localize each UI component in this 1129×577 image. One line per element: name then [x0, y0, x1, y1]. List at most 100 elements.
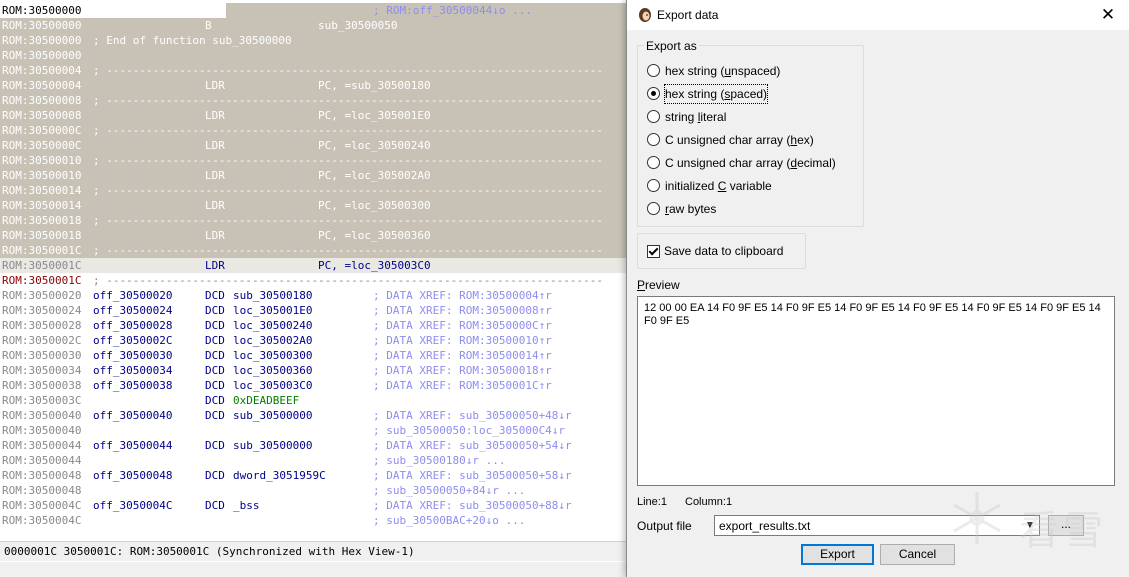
radio-button-icon[interactable] [647, 202, 660, 215]
listing-row[interactable]: ROM:30500024 off_30500024 DCD loc_305001E0;… [0, 303, 630, 318]
radio-option-label[interactable]: string literal [665, 108, 726, 126]
listing-row[interactable]: ROM:30500000 ; End of function sub_305000… [0, 33, 630, 48]
export-data-dialog: Export data ✕ Export as Save data to cli… [626, 0, 1129, 577]
listing-row[interactable]: ROM:3050000C ; --------------------------… [0, 123, 630, 138]
listing-row[interactable]: ROM:30500048 ; sub_30500050+84↓r ... [0, 483, 630, 498]
xref-comment: ; DATA XREF: ROM:30500014↑r [373, 349, 552, 362]
operand: PC, =loc_305001E0 [318, 109, 431, 122]
mnemonic: DCD [205, 304, 225, 317]
radio-option-label[interactable]: raw bytes [665, 200, 716, 218]
address-column: ROM:3050000C [2, 139, 82, 152]
address-column: ROM:30500024 [2, 304, 82, 317]
line-indicator: Line:1 [637, 496, 667, 508]
radio-button-icon[interactable] [647, 156, 660, 169]
listing-row[interactable]: ROM:30500018 LDR PC, =loc_30500360 [0, 228, 630, 243]
operand: 0xDEADBEEF [233, 394, 300, 407]
listing-row[interactable]: ROM:30500008 LDR PC, =loc_305001E0 [0, 108, 630, 123]
listing-row[interactable]: ROM:30500034 off_30500034 DCD loc_30500360;… [0, 363, 630, 378]
mnemonic: DCD [205, 439, 225, 452]
radio-button-icon[interactable] [647, 110, 660, 123]
radio-button-icon[interactable] [647, 179, 660, 192]
listing-row[interactable]: ROM:30500004 LDR PC, =sub_30500180 [0, 78, 630, 93]
radio-option-label[interactable]: hex string (unspaced) [665, 62, 780, 80]
separator-line: ; --------------------------------------… [93, 154, 603, 167]
mnemonic: DCD [205, 364, 225, 377]
xref-comment: ; sub_30500050+84↓r ... [373, 484, 526, 497]
address-column: ROM:30500004 [2, 64, 82, 77]
listing-row[interactable]: ROM:30500014 ; --------------------------… [0, 183, 630, 198]
listing-row[interactable]: ROM:30500008 ; --------------------------… [0, 93, 630, 108]
disassembly-listing[interactable]: ROM:30500000; ROM:off_30500044↓o ... ROM:… [0, 0, 630, 540]
listing-row[interactable]: ROM:30500048 off_30500048 DCD dword_3051959… [0, 468, 630, 483]
xref-comment: ; ROM:off_30500044↓o ... [373, 4, 532, 17]
xref-comment: ; DATA XREF: ROM:30500004↑r [373, 289, 552, 302]
xref-comment: ; DATA XREF: ROM:3050001C↑r [373, 379, 552, 392]
listing-row[interactable]: ROM:30500010 LDR PC, =loc_305002A0 [0, 168, 630, 183]
output-file-label: Output file [637, 519, 692, 533]
listing-row[interactable]: ROM:30500030 off_30500030 DCD loc_30500300;… [0, 348, 630, 363]
listing-row[interactable]: ROM:30500004 ; --------------------------… [0, 63, 630, 78]
export-button[interactable]: Export [801, 544, 874, 565]
listing-row[interactable]: ROM:30500000 Bsub_30500050 [0, 18, 630, 33]
listing-row[interactable]: ROM:3050000C LDR PC, =loc_30500240 [0, 138, 630, 153]
radio-button-icon[interactable] [647, 87, 660, 100]
label-name: off_30500038 [93, 379, 173, 392]
listing-row[interactable]: ROM:30500038 off_30500038 DCD loc_305003C0;… [0, 378, 630, 393]
xref-comment: ; DATA XREF: ROM:3050000C↑r [373, 319, 552, 332]
listing-row[interactable]: ROM:3050003C DCD 0xDEADBEEF [0, 393, 630, 408]
operand: loc_30500240 [233, 319, 313, 332]
listing-row[interactable]: ROM:30500040 off_30500040 DCD sub_30500000;… [0, 408, 630, 423]
xref-comment: ; DATA XREF: sub_30500050+54↓r [373, 439, 572, 452]
close-icon: ✕ [1100, 5, 1116, 24]
listing-row[interactable]: ROM:30500040 ; sub_30500050:loc_305000C4↓… [0, 423, 630, 438]
save-clipboard-label[interactable]: Save data to clipboard [664, 244, 783, 258]
radio-button-icon[interactable] [647, 133, 660, 146]
xref-comment: ; DATA XREF: sub_30500050+58↓r [373, 469, 572, 482]
close-button[interactable]: ✕ [1092, 3, 1124, 27]
mnemonic: LDR [205, 229, 225, 242]
status-bar: 0000001C 3050001C: ROM:3050001C (Synchro… [0, 541, 630, 561]
label-name: off_30500034 [93, 364, 173, 377]
operand: loc_305003C0 [233, 379, 313, 392]
address-column: ROM:30500034 [2, 364, 82, 377]
save-clipboard-checkbox[interactable] [647, 245, 660, 258]
listing-row[interactable]: ROM:30500000 ; ROM:off_30500044↓o ... [0, 3, 630, 18]
listing-row[interactable]: ROM:30500044 ; sub_30500180↓r ... [0, 453, 630, 468]
listing-row[interactable]: ROM:30500044 off_30500044 DCD sub_30500000;… [0, 438, 630, 453]
radio-button-icon[interactable] [647, 64, 660, 77]
address-column: ROM:30500000 [2, 3, 84, 18]
listing-row[interactable]: ROM:30500018 ; --------------------------… [0, 213, 630, 228]
listing-row[interactable]: ROM:3050004C off_3050004C DCD _bss ; DATA XR… [0, 498, 630, 513]
address-column: ROM:30500020 [2, 289, 82, 302]
listing-row[interactable]: ROM:3050002C off_3050002C DCD loc_305002A0;… [0, 333, 630, 348]
dialog-titlebar[interactable]: Export data ✕ [627, 0, 1129, 30]
operand: sub_30500000 [233, 439, 313, 452]
listing-row[interactable]: ROM:30500000 [0, 48, 630, 63]
operand: dword_3051959C [233, 469, 326, 482]
preview-textarea[interactable]: 12 00 00 EA 14 F0 9F E5 14 F0 9F E5 14 F… [637, 296, 1115, 486]
mnemonic: DCD [205, 409, 225, 422]
radio-option-label[interactable]: hex string (spaced) [663, 84, 769, 104]
address-column: ROM:30500008 [2, 109, 82, 122]
listing-row[interactable]: ROM:3050001C LDR PC, =loc_305003C0 [0, 258, 630, 273]
listing-row[interactable]: ROM:30500010 ; --------------------------… [0, 153, 630, 168]
listing-row[interactable]: ROM:3050001C ; --------------------------… [0, 273, 630, 288]
listing-row[interactable]: ROM:3050004C ; sub_30500BAC+20↓o ... [0, 513, 630, 528]
dialog-title: Export data [657, 8, 719, 22]
radio-option-label[interactable]: C unsigned char array (decimal) [665, 154, 836, 172]
radio-option-label[interactable]: C unsigned char array (hex) [665, 131, 814, 149]
address-column: ROM:3050001C [2, 244, 82, 257]
operand: sub_30500050 [318, 19, 398, 32]
listing-row[interactable]: ROM:30500020 off_30500020 DCD sub_30500180;… [0, 288, 630, 303]
address-column: ROM:30500000 [2, 49, 82, 62]
cancel-button[interactable]: Cancel [880, 544, 955, 565]
radio-option-label[interactable]: initialized C variable [665, 177, 772, 195]
operand: loc_30500360 [233, 364, 313, 377]
separator-line: ; --------------------------------------… [93, 214, 603, 227]
xref-comment: ; DATA XREF: ROM:30500008↑r [373, 304, 552, 317]
listing-row[interactable]: ROM:30500028 off_30500028 DCD loc_30500240;… [0, 318, 630, 333]
listing-row[interactable]: ROM:30500014 LDR PC, =loc_30500300 [0, 198, 630, 213]
address-column: ROM:30500008 [2, 94, 82, 107]
listing-row[interactable]: ROM:3050001C ; --------------------------… [0, 243, 630, 258]
address-column: ROM:30500010 [2, 169, 82, 182]
